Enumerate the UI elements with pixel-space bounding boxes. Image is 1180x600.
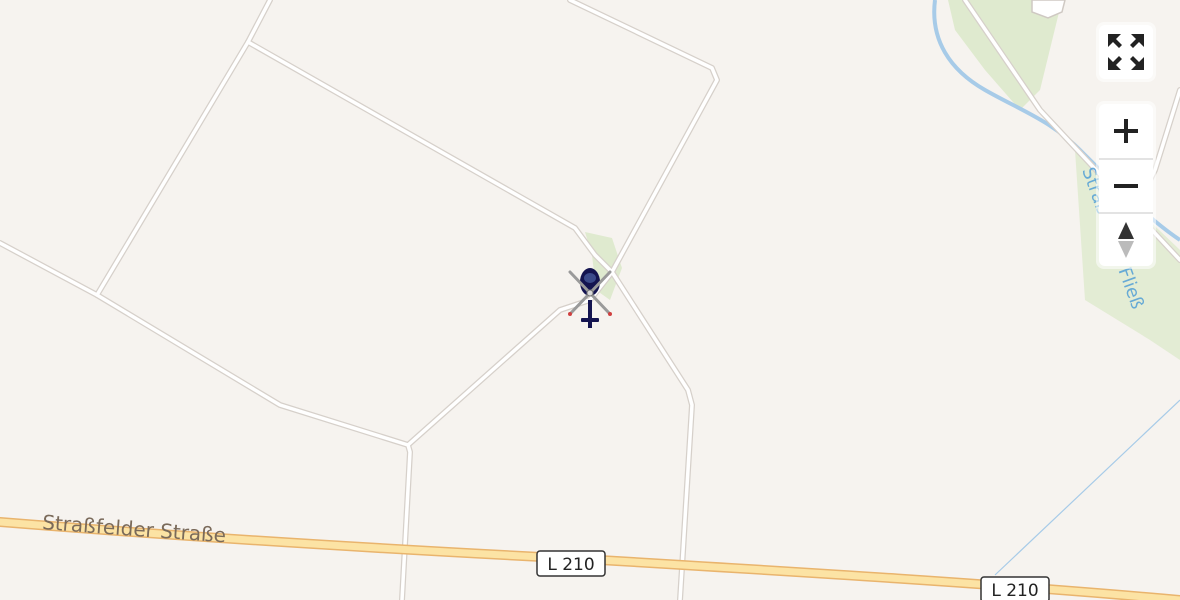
map-canvas[interactable]: Straßfelder Straße Straßfelder Fließ L 2… bbox=[0, 0, 1180, 600]
zoom-out-button[interactable] bbox=[1099, 158, 1153, 212]
fullscreen-control bbox=[1096, 22, 1156, 82]
plus-icon bbox=[1114, 119, 1138, 143]
minus-icon bbox=[1114, 184, 1138, 188]
route-shield-2: L 210 bbox=[980, 576, 1050, 600]
fullscreen-button[interactable] bbox=[1099, 25, 1153, 79]
route-shield-2-text: L 210 bbox=[991, 581, 1038, 600]
fullscreen-icon bbox=[1108, 34, 1144, 70]
zoom-in-button[interactable] bbox=[1099, 104, 1153, 158]
compass-button[interactable] bbox=[1099, 212, 1153, 266]
route-shield-1: L 210 bbox=[536, 550, 606, 577]
navigation-control bbox=[1096, 101, 1156, 269]
compass-icon bbox=[1118, 222, 1134, 258]
route-shield-1-text: L 210 bbox=[547, 555, 594, 575]
